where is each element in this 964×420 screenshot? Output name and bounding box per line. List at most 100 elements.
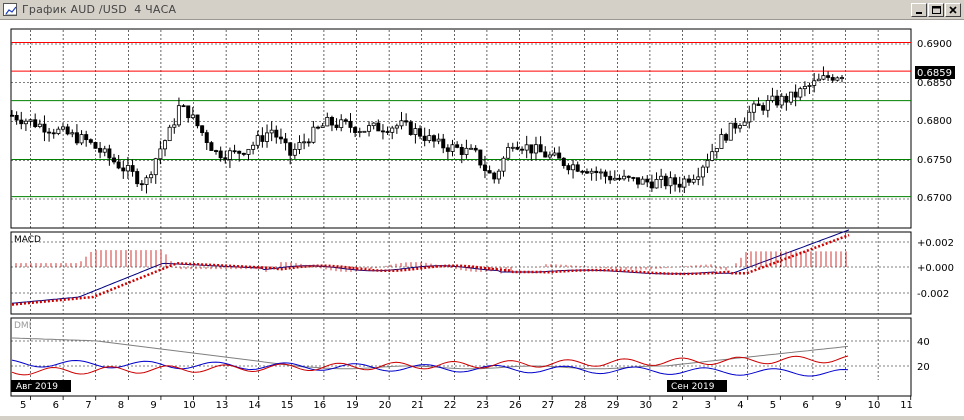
candle-body [487,170,492,174]
macd-axis-label: +0.002 [917,238,954,249]
candle-body [218,150,223,159]
candle-body [121,167,126,172]
candle-body [112,157,117,163]
candle-body [826,75,831,78]
candle-body [320,125,325,128]
maximize-icon [932,6,941,14]
candle-body [728,122,733,141]
candle-body [251,144,256,150]
price-axis-label: 0.6800 [917,116,952,127]
time-axis-label: 27 [542,400,555,411]
candle-body [19,119,24,125]
candle-body [353,127,358,133]
candle-body [747,111,752,123]
candle-body [798,88,803,98]
candle-body [533,144,538,154]
candle-body [756,103,761,106]
candle-body [840,77,845,79]
candle-body [153,158,158,176]
dmi-panel[interactable] [10,317,912,397]
candle-body [139,183,144,186]
candle-body [227,150,232,160]
candle-body [775,95,780,106]
time-axis-label: 6 [53,400,59,411]
candle-body [390,127,395,133]
time-axis-label: 9 [835,400,841,411]
candle-body [631,177,636,179]
candle-body [673,177,678,185]
candle-body [37,123,42,127]
candle-body [552,152,557,156]
candle-body [163,140,168,150]
candle-body [455,144,460,148]
chart-area[interactable]: 0.6900 0.6850 0.6800 0.6750 0.6700 0.685… [0,20,964,416]
candle-body [200,125,205,134]
candle-body [190,114,195,119]
candle-body [445,147,450,152]
candle-body [422,135,427,141]
candle-body [812,80,817,86]
candle-body [88,139,93,143]
candle-body [65,126,70,135]
candle-body [255,135,260,146]
candle-body [107,148,112,159]
minimize-button[interactable] [911,3,927,17]
candle-body [418,128,423,137]
date-tag-label: Сен 2019 [671,382,715,392]
candle-body [237,150,242,154]
window-titlebar[interactable]: График AUD /USD 4 ЧАСА [0,0,964,20]
chart-svg[interactable]: 0.6900 0.6850 0.6800 0.6750 0.6700 0.685… [0,20,964,416]
macd-panel[interactable] [10,231,912,315]
candle-body [492,172,497,180]
dmi-panel-title: DMI [14,321,31,331]
time-axis-label: 16 [313,400,326,411]
maximize-button[interactable] [928,3,944,17]
time-axis-label: 22 [444,400,457,411]
candle-body [399,120,404,127]
candle-body [524,144,529,151]
candle-body [784,95,789,103]
candle-body [719,134,724,149]
candle-body [737,125,742,129]
price-panel[interactable] [10,28,912,229]
candle-body [380,130,385,133]
candle-body [357,131,362,133]
candle-body [334,124,339,128]
candle-body [316,126,321,129]
candle-body [176,105,181,126]
candle-body [51,132,56,135]
candle-body [84,134,89,141]
price-axis-label: 0.6850 [917,78,952,89]
candle-body [770,95,775,101]
candle-body [580,170,585,173]
candle-body [496,170,501,180]
candle-body [241,152,246,155]
candle-body [56,128,61,134]
price-axis-label: 0.6700 [917,193,952,204]
candle-body [404,120,409,123]
candle-body [478,149,483,166]
candle-body [371,122,376,127]
close-button[interactable] [945,3,961,17]
dmi-axis-label: 20 [917,362,930,373]
candle-body [278,136,283,140]
candle-body [626,175,631,178]
candle-body [348,120,353,128]
macd-axis-label: -0.002 [917,289,949,300]
candle-body [325,116,330,127]
candle-body [506,147,511,159]
candle-body [677,183,682,188]
time-axis-label: 2 [672,400,678,411]
candle-body [793,91,798,98]
time-axis-label: 23 [476,400,489,411]
candle-body [645,178,650,183]
candle-body [594,170,599,174]
candle-body [14,115,19,121]
candle-body [705,159,710,168]
candle-body [306,141,311,144]
close-icon [949,6,957,14]
candle-body [710,151,715,161]
candle-body [144,177,149,185]
candle-body [260,135,265,142]
candle-body [830,77,835,81]
